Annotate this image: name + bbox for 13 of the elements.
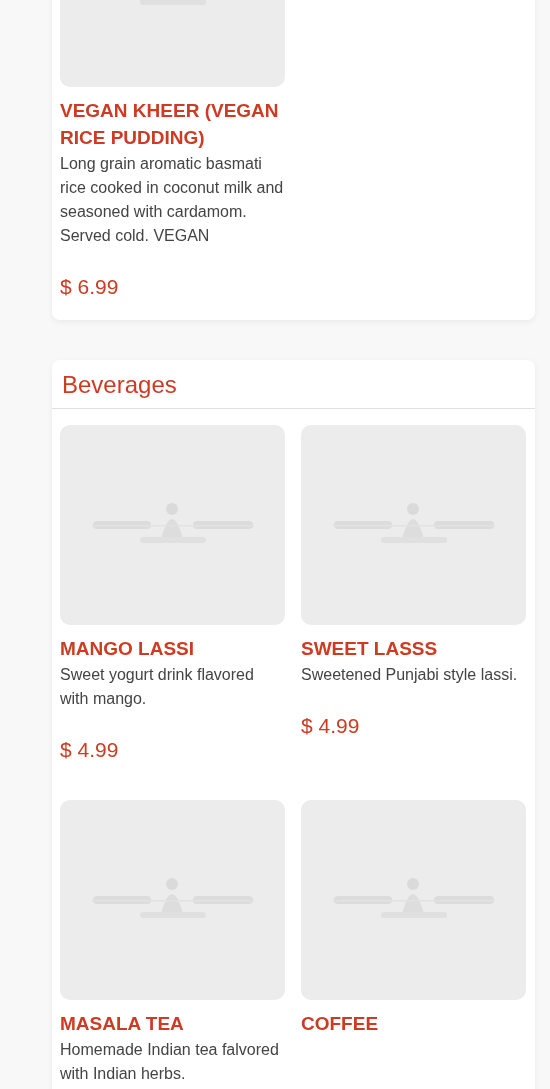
item-name: VEGAN KHEER (VEGAN RICE PUDDING) xyxy=(60,99,280,150)
item-name: SWEET LASSS xyxy=(301,637,439,661)
section-title: Beverages xyxy=(62,370,178,399)
item-price: $ 4.99 xyxy=(60,737,120,763)
item-name: COFFEE xyxy=(301,1012,380,1036)
item-name: MASALA TEA xyxy=(60,1012,185,1036)
item-description: Sweetened Punjabi style lassi. xyxy=(301,665,519,685)
item-description: Sweet yogurt drink flavored with mango. xyxy=(60,665,255,709)
item-price: $ 6.99 xyxy=(60,274,120,300)
item-name: MANGO LASSI xyxy=(60,637,196,661)
item-description: Long grain aromatic basmati rice cooked in coconut milk and seasoned with cardamom. Served cold. VEGAN xyxy=(60,154,285,246)
item-description: Homemade Indian tea falvored with Indian herbs. xyxy=(60,1040,280,1084)
item-price: $ 4.99 xyxy=(301,713,361,739)
